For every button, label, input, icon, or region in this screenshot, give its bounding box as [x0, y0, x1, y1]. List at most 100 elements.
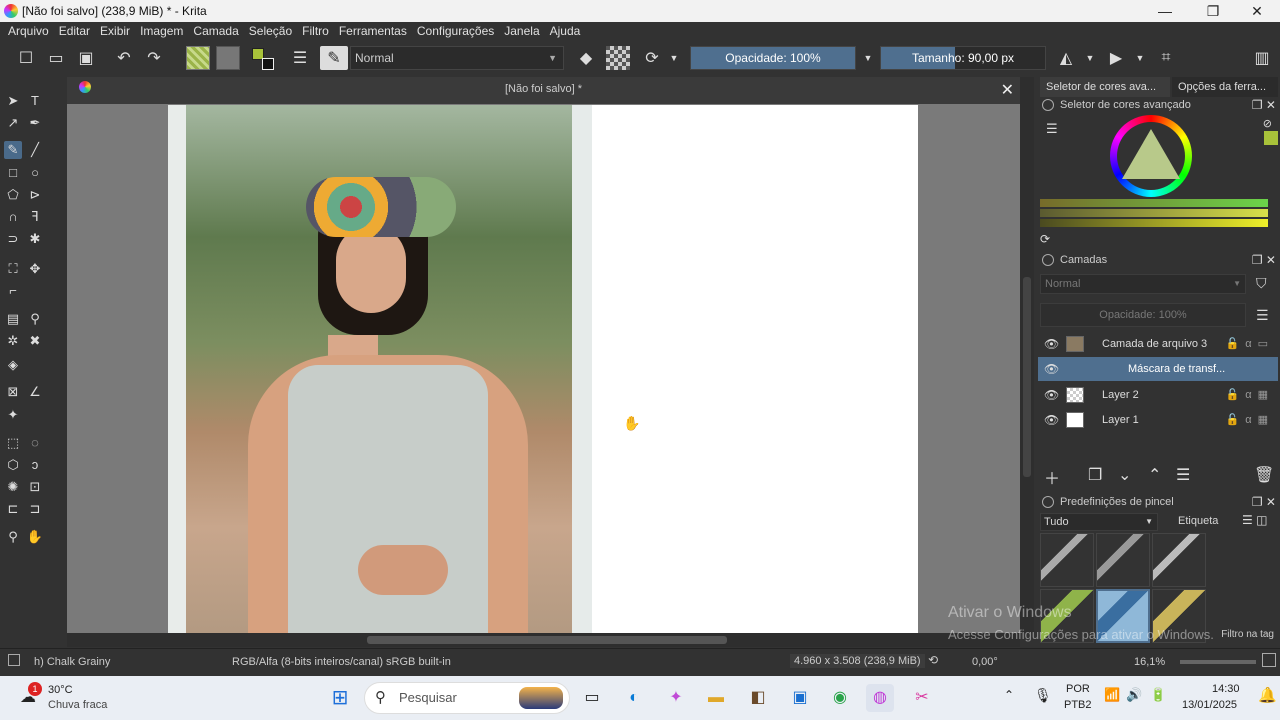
polygon-selection-tool-icon[interactable]: ⬡: [4, 456, 22, 474]
assistant-tool-icon[interactable]: ⊠: [4, 383, 22, 401]
layer-lock-alpha-icons[interactable]: 🔓α▦: [1226, 408, 1274, 432]
brush-view-icon[interactable]: ☰ ◫: [1242, 513, 1267, 527]
menu-ferramentas[interactable]: Ferramentas: [339, 24, 407, 38]
layers-float-close-icon[interactable]: ❐ ✕: [1252, 251, 1276, 269]
similar-selection-tool-icon[interactable]: ⊡: [26, 478, 44, 496]
reference-tool-icon[interactable]: ✦: [4, 406, 22, 424]
layer-row[interactable]: 👁 Camada de arquivo 3 🔓α▭: [1038, 332, 1278, 356]
select-shape-tool-icon[interactable]: ➤: [4, 92, 22, 110]
vertical-scrollbar[interactable]: [1020, 77, 1034, 633]
text-tool-icon[interactable]: T: [26, 92, 44, 110]
crop-tool-icon[interactable]: ⌐: [4, 282, 22, 300]
layer-properties-icon[interactable]: ☰: [1176, 465, 1190, 485]
new-document-icon[interactable]: ☐: [14, 46, 38, 70]
microphone-icon[interactable]: 🎙: [1034, 687, 1052, 704]
weather-desc[interactable]: Chuva fraca: [48, 699, 107, 711]
eraser-icon[interactable]: ◆: [574, 46, 598, 70]
add-layer-icon[interactable]: ＋: [1044, 465, 1060, 489]
ellipse-tool-icon[interactable]: ○: [26, 164, 44, 182]
freehand-path-tool-icon[interactable]: ꟻ: [26, 208, 44, 226]
menu-janela[interactable]: Janela: [504, 24, 539, 38]
redo-icon[interactable]: ↷: [142, 46, 166, 70]
krita-taskbar-icon[interactable]: ◍: [866, 684, 894, 712]
rect-selection-tool-icon[interactable]: ⬚: [4, 434, 22, 452]
colorize-mask-tool-icon[interactable]: ✖: [26, 332, 44, 350]
polygon-tool-icon[interactable]: ⬠: [4, 186, 22, 204]
keyboard-layout[interactable]: PTB2: [1064, 699, 1092, 711]
zoom-tool-icon[interactable]: ⚲: [4, 528, 22, 546]
brush-filter-select[interactable]: Tudo ▼: [1040, 513, 1158, 531]
close-window-button[interactable]: ✕: [1234, 0, 1280, 22]
pattern-icon[interactable]: [216, 46, 240, 70]
brush-filter-tag-label[interactable]: Filtro na tag: [1221, 629, 1274, 640]
layer-blend-select[interactable]: Normal ▼: [1040, 274, 1246, 294]
menu-editar[interactable]: Editar: [59, 24, 90, 38]
language-indicator[interactable]: POR: [1066, 683, 1090, 695]
document-tab[interactable]: [Não foi salvo] * ✕: [67, 77, 1020, 104]
smart-patch-tool-icon[interactable]: ✲: [4, 332, 22, 350]
app-icon[interactable]: ◧: [744, 684, 772, 712]
vertical-scroll-thumb[interactable]: [1023, 277, 1031, 477]
opacity-dropdown-icon[interactable]: ▼: [862, 46, 874, 70]
taskbar-search[interactable]: ⚲ Pesquisar: [364, 682, 570, 714]
rectangle-tool-icon[interactable]: □: [4, 164, 22, 182]
menu-camada[interactable]: Camada: [193, 24, 238, 38]
notifications-icon[interactable]: 🔔: [1258, 686, 1277, 704]
polyline-tool-icon[interactable]: ⊳: [26, 186, 44, 204]
menu-configuracoes[interactable]: Configurações: [417, 24, 494, 38]
multibrush-tool-icon[interactable]: ✱: [26, 230, 44, 248]
mirror-vertical-icon[interactable]: ▶: [1104, 46, 1128, 70]
magnetic-selection-tool-icon[interactable]: ⊐: [26, 500, 44, 518]
layer-row[interactable]: 👁 Layer 1 🔓α▦: [1038, 408, 1278, 432]
wrap-around-icon[interactable]: ⌗: [1154, 46, 1178, 70]
tab-color-selector[interactable]: Seletor de cores ava...: [1040, 77, 1170, 97]
opacity-slider[interactable]: Opacidade: 100%: [690, 46, 856, 70]
layer-opacity-slider[interactable]: Opacidade: 100%: [1040, 303, 1246, 327]
brush-preset[interactable]: [1096, 533, 1150, 587]
edge-icon[interactable]: ◐: [620, 684, 648, 712]
float-close-icon[interactable]: ❐ ✕: [1252, 96, 1276, 114]
clock-date[interactable]: 13/01/2025: [1182, 699, 1237, 711]
windows-start-icon[interactable]: ⊞: [326, 684, 354, 712]
measure-tool-icon[interactable]: ∠: [26, 383, 44, 401]
move-down-icon[interactable]: ⌄: [1118, 465, 1131, 485]
size-slider[interactable]: Tamanho: 90,00 px: [880, 46, 1046, 70]
menu-ajuda[interactable]: Ajuda: [550, 24, 581, 38]
layer-lock-alpha-icons[interactable]: 🔓α▭: [1226, 332, 1274, 356]
menu-imagem[interactable]: Imagem: [140, 24, 183, 38]
mirror-horizontal-icon[interactable]: ◭: [1054, 46, 1078, 70]
weather-temp[interactable]: 30°C: [48, 684, 73, 696]
freehand-selection-tool-icon[interactable]: ↄ: [26, 456, 44, 474]
brush-tag-select[interactable]: Etiqueta: [1164, 513, 1234, 531]
battery-icon[interactable]: 🔋: [1150, 687, 1166, 703]
reload-dropdown-icon[interactable]: ▼: [668, 46, 680, 70]
volume-icon[interactable]: 🔊: [1126, 687, 1142, 703]
bezier-tool-icon[interactable]: ∩: [4, 208, 22, 226]
horizontal-scrollbar[interactable]: [67, 633, 1020, 647]
store-icon[interactable]: ▣: [786, 684, 814, 712]
reload-preset-icon[interactable]: ⟳: [640, 46, 664, 70]
maximize-button[interactable]: ❐: [1190, 0, 1236, 22]
undo-icon[interactable]: ↶: [112, 46, 136, 70]
lock-layers-docker-icon[interactable]: [1042, 254, 1054, 266]
layer-lock-alpha-icons[interactable]: 🔓α▦: [1226, 383, 1274, 407]
rotation-value[interactable]: 0,00°: [972, 656, 998, 668]
menu-arquivo[interactable]: Arquivo: [8, 24, 49, 38]
clock-time[interactable]: 14:30: [1212, 683, 1240, 695]
ellipse-selection-tool-icon[interactable]: ◌: [26, 434, 44, 452]
brush-preset[interactable]: [1040, 533, 1094, 587]
color-triangle[interactable]: [1122, 129, 1180, 179]
layer-row[interactable]: 👁 Layer 2 🔓α▦: [1038, 383, 1278, 407]
edit-shape-tool-icon[interactable]: ↗: [4, 114, 22, 132]
menu-selecao[interactable]: Seleção: [249, 24, 292, 38]
minimize-button[interactable]: —: [1142, 0, 1188, 22]
chrome-icon[interactable]: ◉: [826, 684, 854, 712]
visibility-eye-icon[interactable]: 👁: [1044, 357, 1059, 381]
color-slider-1[interactable]: [1040, 199, 1268, 207]
alpha-lock-icon[interactable]: [606, 46, 630, 70]
zoom-slider[interactable]: [1180, 660, 1256, 664]
wifi-icon[interactable]: 📶: [1104, 687, 1120, 703]
move-up-icon[interactable]: ⌃: [1148, 465, 1161, 485]
gradient-tool-icon[interactable]: ▤: [4, 310, 22, 328]
fill-tool-icon[interactable]: ◈: [4, 356, 22, 374]
